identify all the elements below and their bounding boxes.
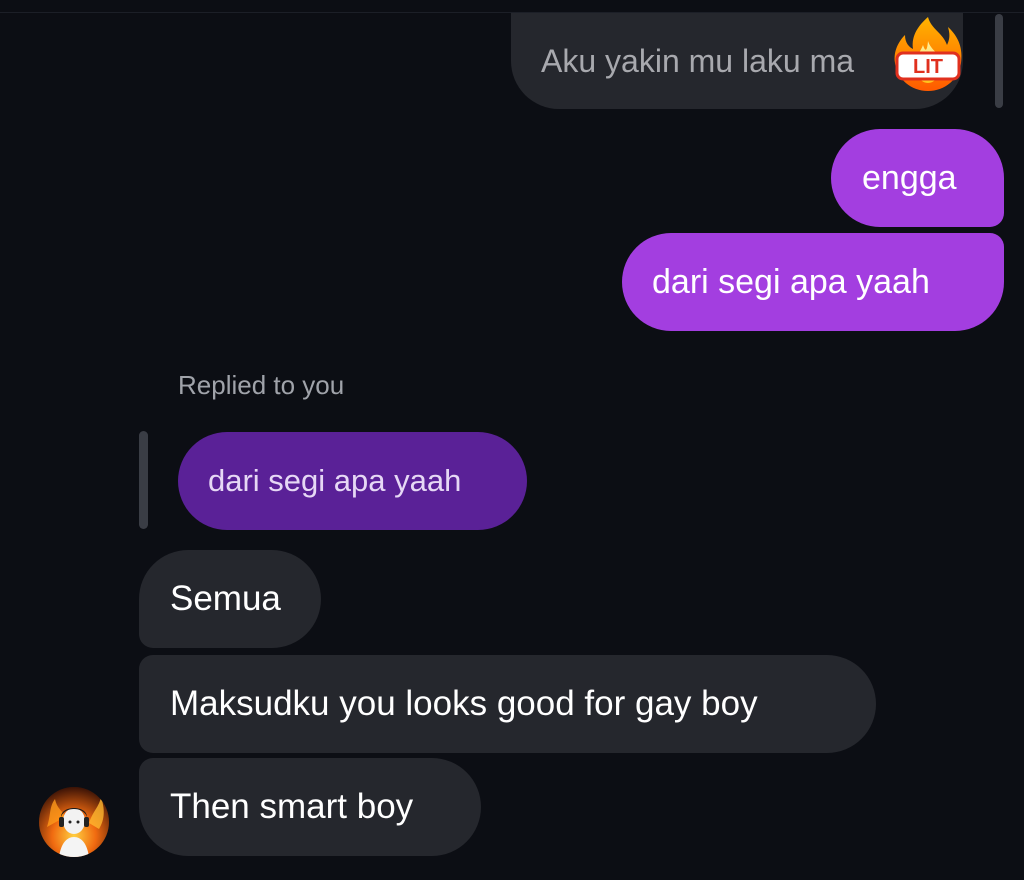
contact-avatar-icon[interactable]	[39, 787, 109, 857]
lit-label: LIT	[913, 56, 943, 78]
message-bubble-incoming[interactable]: Semua	[139, 550, 321, 648]
reply-quoted-message[interactable]: dari segi apa yaah	[178, 432, 527, 530]
message-bubble-incoming[interactable]: Then smart boy	[139, 758, 481, 856]
message-bubble-incoming[interactable]: Maksudku you looks good for gay boy	[139, 655, 876, 753]
replied-to-label: Replied to you	[178, 370, 345, 400]
message-text: Aku yakin mu laku ma	[541, 42, 855, 79]
message-text: Then smart boy	[170, 787, 414, 826]
message-text: engga	[862, 158, 957, 197]
scrollbar-thumb[interactable]	[995, 14, 1003, 108]
message-bubble-incoming[interactable]: Aku yakin mu laku ma LIT	[511, 13, 963, 109]
message-text: Maksudku you looks good for gay boy	[170, 684, 758, 723]
lit-fire-emoji-icon: LIT	[894, 17, 962, 91]
message-bubble-outgoing[interactable]: dari segi apa yaah	[622, 233, 1004, 331]
message-text: Semua	[170, 579, 281, 618]
quoted-text: dari segi apa yaah	[208, 463, 462, 498]
reply-indicator-bar	[139, 431, 148, 529]
message-text: dari segi apa yaah	[652, 262, 930, 301]
message-bubble-outgoing[interactable]: engga	[831, 129, 1004, 227]
